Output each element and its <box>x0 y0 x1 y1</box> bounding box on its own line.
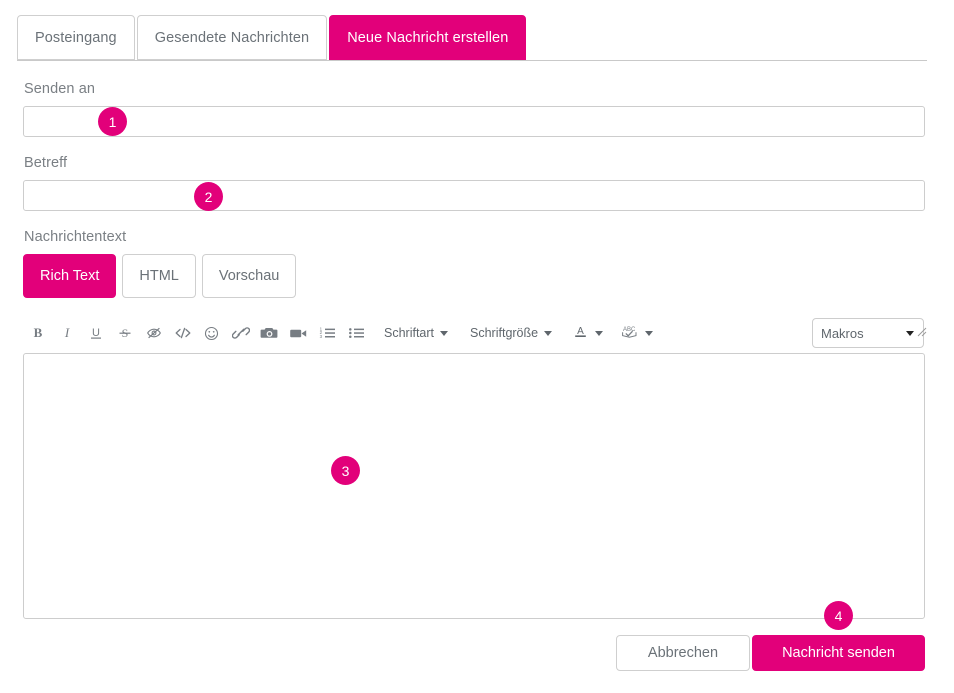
font-color-a-icon: A <box>573 323 588 344</box>
editor-mode-vorschau-label: Vorschau <box>218 268 280 284</box>
video-camera-icon <box>289 325 308 341</box>
bold-icon: B <box>30 325 46 341</box>
font-color-dropdown[interactable]: A <box>567 318 609 348</box>
cancel-button[interactable]: Abbrechen <box>616 635 750 671</box>
emoji-icon <box>203 325 220 342</box>
svg-text:3: 3 <box>320 334 323 339</box>
spellcheck-dropdown[interactable]: ABC <box>615 318 659 348</box>
hidden-text-button[interactable] <box>139 318 168 348</box>
emoji-button[interactable] <box>197 318 226 348</box>
source-code-button[interactable] <box>168 318 197 348</box>
label-senden-an: Senden an <box>24 81 96 97</box>
svg-text:B: B <box>33 325 42 340</box>
svg-text:I: I <box>63 325 69 340</box>
editor-mode-vorschau[interactable]: Vorschau <box>201 254 297 298</box>
step-badge-4: 4 <box>824 601 853 630</box>
step-badge-1: 1 <box>98 107 127 136</box>
send-message-button[interactable]: Nachricht senden <box>752 635 925 671</box>
main-tabbar: Posteingang Gesendete Nachrichten Neue N… <box>17 15 927 61</box>
chevron-down-icon <box>645 330 654 336</box>
tab-posteingang-label: Posteingang <box>35 29 117 46</box>
italic-button[interactable]: I <box>52 318 81 348</box>
macros-dropdown-wrapper: Makros <box>812 318 924 348</box>
message-body-textarea[interactable] <box>23 353 925 619</box>
label-betreff: Betreff <box>24 155 68 171</box>
font-family-label: Schriftart <box>384 326 435 340</box>
tab-posteingang[interactable]: Posteingang <box>17 15 135 60</box>
link-button[interactable] <box>226 318 255 348</box>
bold-button[interactable]: B <box>23 318 52 348</box>
italic-icon: I <box>59 325 75 341</box>
font-size-label: Schriftgröße <box>470 326 539 340</box>
ordered-list-button[interactable]: 1 2 3 <box>313 318 342 348</box>
editor-mode-rich-text-label: Rich Text <box>40 268 100 284</box>
link-icon <box>231 325 250 341</box>
macros-select[interactable]: Makros <box>812 318 924 348</box>
eye-slash-icon <box>145 325 163 341</box>
font-size-dropdown[interactable]: Schriftgröße <box>461 318 561 348</box>
chevron-down-icon <box>544 330 553 336</box>
editor-toolbar: B I U S 1 2 3 Schriftart Schriftgröße A … <box>23 316 925 350</box>
spellcheck-abc-icon: ABC <box>621 323 638 344</box>
unordered-list-button[interactable] <box>342 318 371 348</box>
underline-icon: U <box>88 325 104 341</box>
strikethrough-button[interactable]: S <box>110 318 139 348</box>
recipient-input[interactable] <box>23 106 925 137</box>
editor-mode-html-label: HTML <box>139 268 179 284</box>
svg-text:ABC: ABC <box>623 327 636 333</box>
camera-icon <box>260 325 279 341</box>
code-icon <box>174 325 192 341</box>
ordered-list-icon: 1 2 3 <box>319 325 336 341</box>
label-nachrichtentext: Nachrichtentext <box>24 229 127 245</box>
svg-text:U: U <box>92 327 100 339</box>
strikethrough-icon: S <box>117 325 133 341</box>
step-badge-2: 2 <box>194 182 223 211</box>
editor-mode-html[interactable]: HTML <box>122 254 196 298</box>
unordered-list-icon <box>348 325 365 341</box>
editor-mode-rich-text[interactable]: Rich Text <box>23 254 117 298</box>
tab-gesendete-nachrichten-label: Gesendete Nachrichten <box>154 29 310 46</box>
svg-text:A: A <box>577 326 584 337</box>
compose-message-page: Posteingang Gesendete Nachrichten Neue N… <box>0 0 954 693</box>
insert-image-button[interactable] <box>255 318 284 348</box>
step-badge-3: 3 <box>331 456 360 485</box>
tab-neue-nachricht-erstellen[interactable]: Neue Nachricht erstellen <box>329 15 527 60</box>
chevron-down-icon <box>595 330 604 336</box>
subject-input[interactable] <box>23 180 925 211</box>
underline-button[interactable]: U <box>81 318 110 348</box>
tab-gesendete-nachrichten[interactable]: Gesendete Nachrichten <box>136 15 328 60</box>
tab-neue-nachricht-erstellen-label: Neue Nachricht erstellen <box>347 29 509 46</box>
editor-mode-tabs: Rich Text HTML Vorschau <box>23 254 297 298</box>
chevron-down-icon <box>440 330 449 336</box>
send-message-button-label: Nachricht senden <box>782 645 895 661</box>
font-family-dropdown[interactable]: Schriftart <box>375 318 457 348</box>
insert-video-button[interactable] <box>284 318 313 348</box>
cancel-button-label: Abbrechen <box>647 645 719 661</box>
